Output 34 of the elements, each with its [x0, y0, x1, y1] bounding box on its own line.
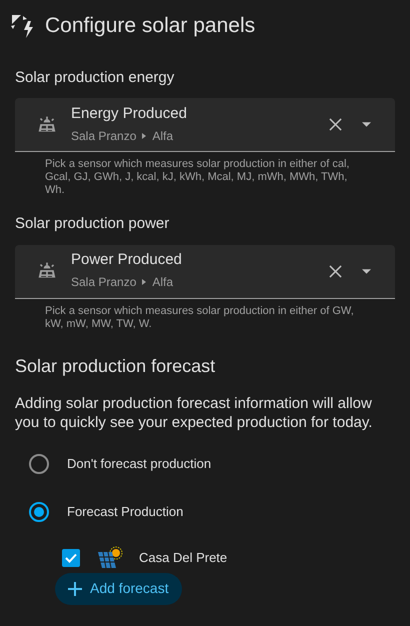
- close-icon: [329, 118, 342, 131]
- check-icon: [65, 552, 77, 562]
- sensor-name: Energy Produced: [71, 104, 188, 124]
- helper-text: Pick a sensor which measures solar production in either of cal, Gcal, GJ, GWh, J, kcal, kJ, kWh, Mcal, MJ, mWh, MWh, TWh, Wh.: [44, 158, 350, 197]
- checkbox[interactable]: [62, 548, 80, 566]
- forecast-description: Adding solar production forecast information will allow you to quickly see your expected production for today.: [15, 394, 374, 432]
- add-forecast-button[interactable]: Add forecast: [55, 572, 182, 604]
- radio-option[interactable]: Don't forecast production: [29, 454, 395, 474]
- area-name: Sala Pranzo: [71, 128, 136, 144]
- radio-label: Don't forecast production: [67, 454, 212, 473]
- dropdown-caret-icon[interactable]: [362, 268, 371, 274]
- dialog-title: Configure solar panels: [45, 13, 256, 39]
- device-name: Alfa: [152, 128, 174, 144]
- solar-panel-icon: [37, 114, 57, 134]
- forecast-heading: Solar production forecast: [15, 354, 216, 378]
- sensor-select[interactable]: Power Produced Sala Pranzo Alfa: [15, 244, 395, 298]
- area-name: Sala Pranzo: [71, 274, 136, 291]
- forecast-name: Casa Del Prete: [139, 548, 228, 567]
- radio-label: Forecast Production: [67, 502, 184, 521]
- close-icon: [329, 264, 342, 278]
- section-label: Solar production energy: [15, 68, 176, 88]
- caret-icon: [142, 279, 146, 285]
- section-label: Solar production power: [15, 214, 170, 234]
- solar-panel-sun-icon: [98, 546, 124, 570]
- plus-icon: [68, 582, 82, 596]
- sensor-select[interactable]: Energy Produced Sala Pranzo Alfa: [15, 98, 395, 152]
- sensor-name: Power Produced: [71, 250, 183, 270]
- caret-icon: [142, 132, 146, 138]
- helper-text: Pick a sensor which measures solar production in either of GW, kW, mW, MW, TW, W.: [44, 304, 355, 330]
- radio-button[interactable]: [29, 502, 49, 522]
- device-name: Alfa: [152, 274, 174, 291]
- radio-option[interactable]: Forecast Production: [29, 502, 395, 522]
- dropdown-caret-icon[interactable]: [362, 122, 371, 127]
- radio-button[interactable]: [29, 454, 49, 474]
